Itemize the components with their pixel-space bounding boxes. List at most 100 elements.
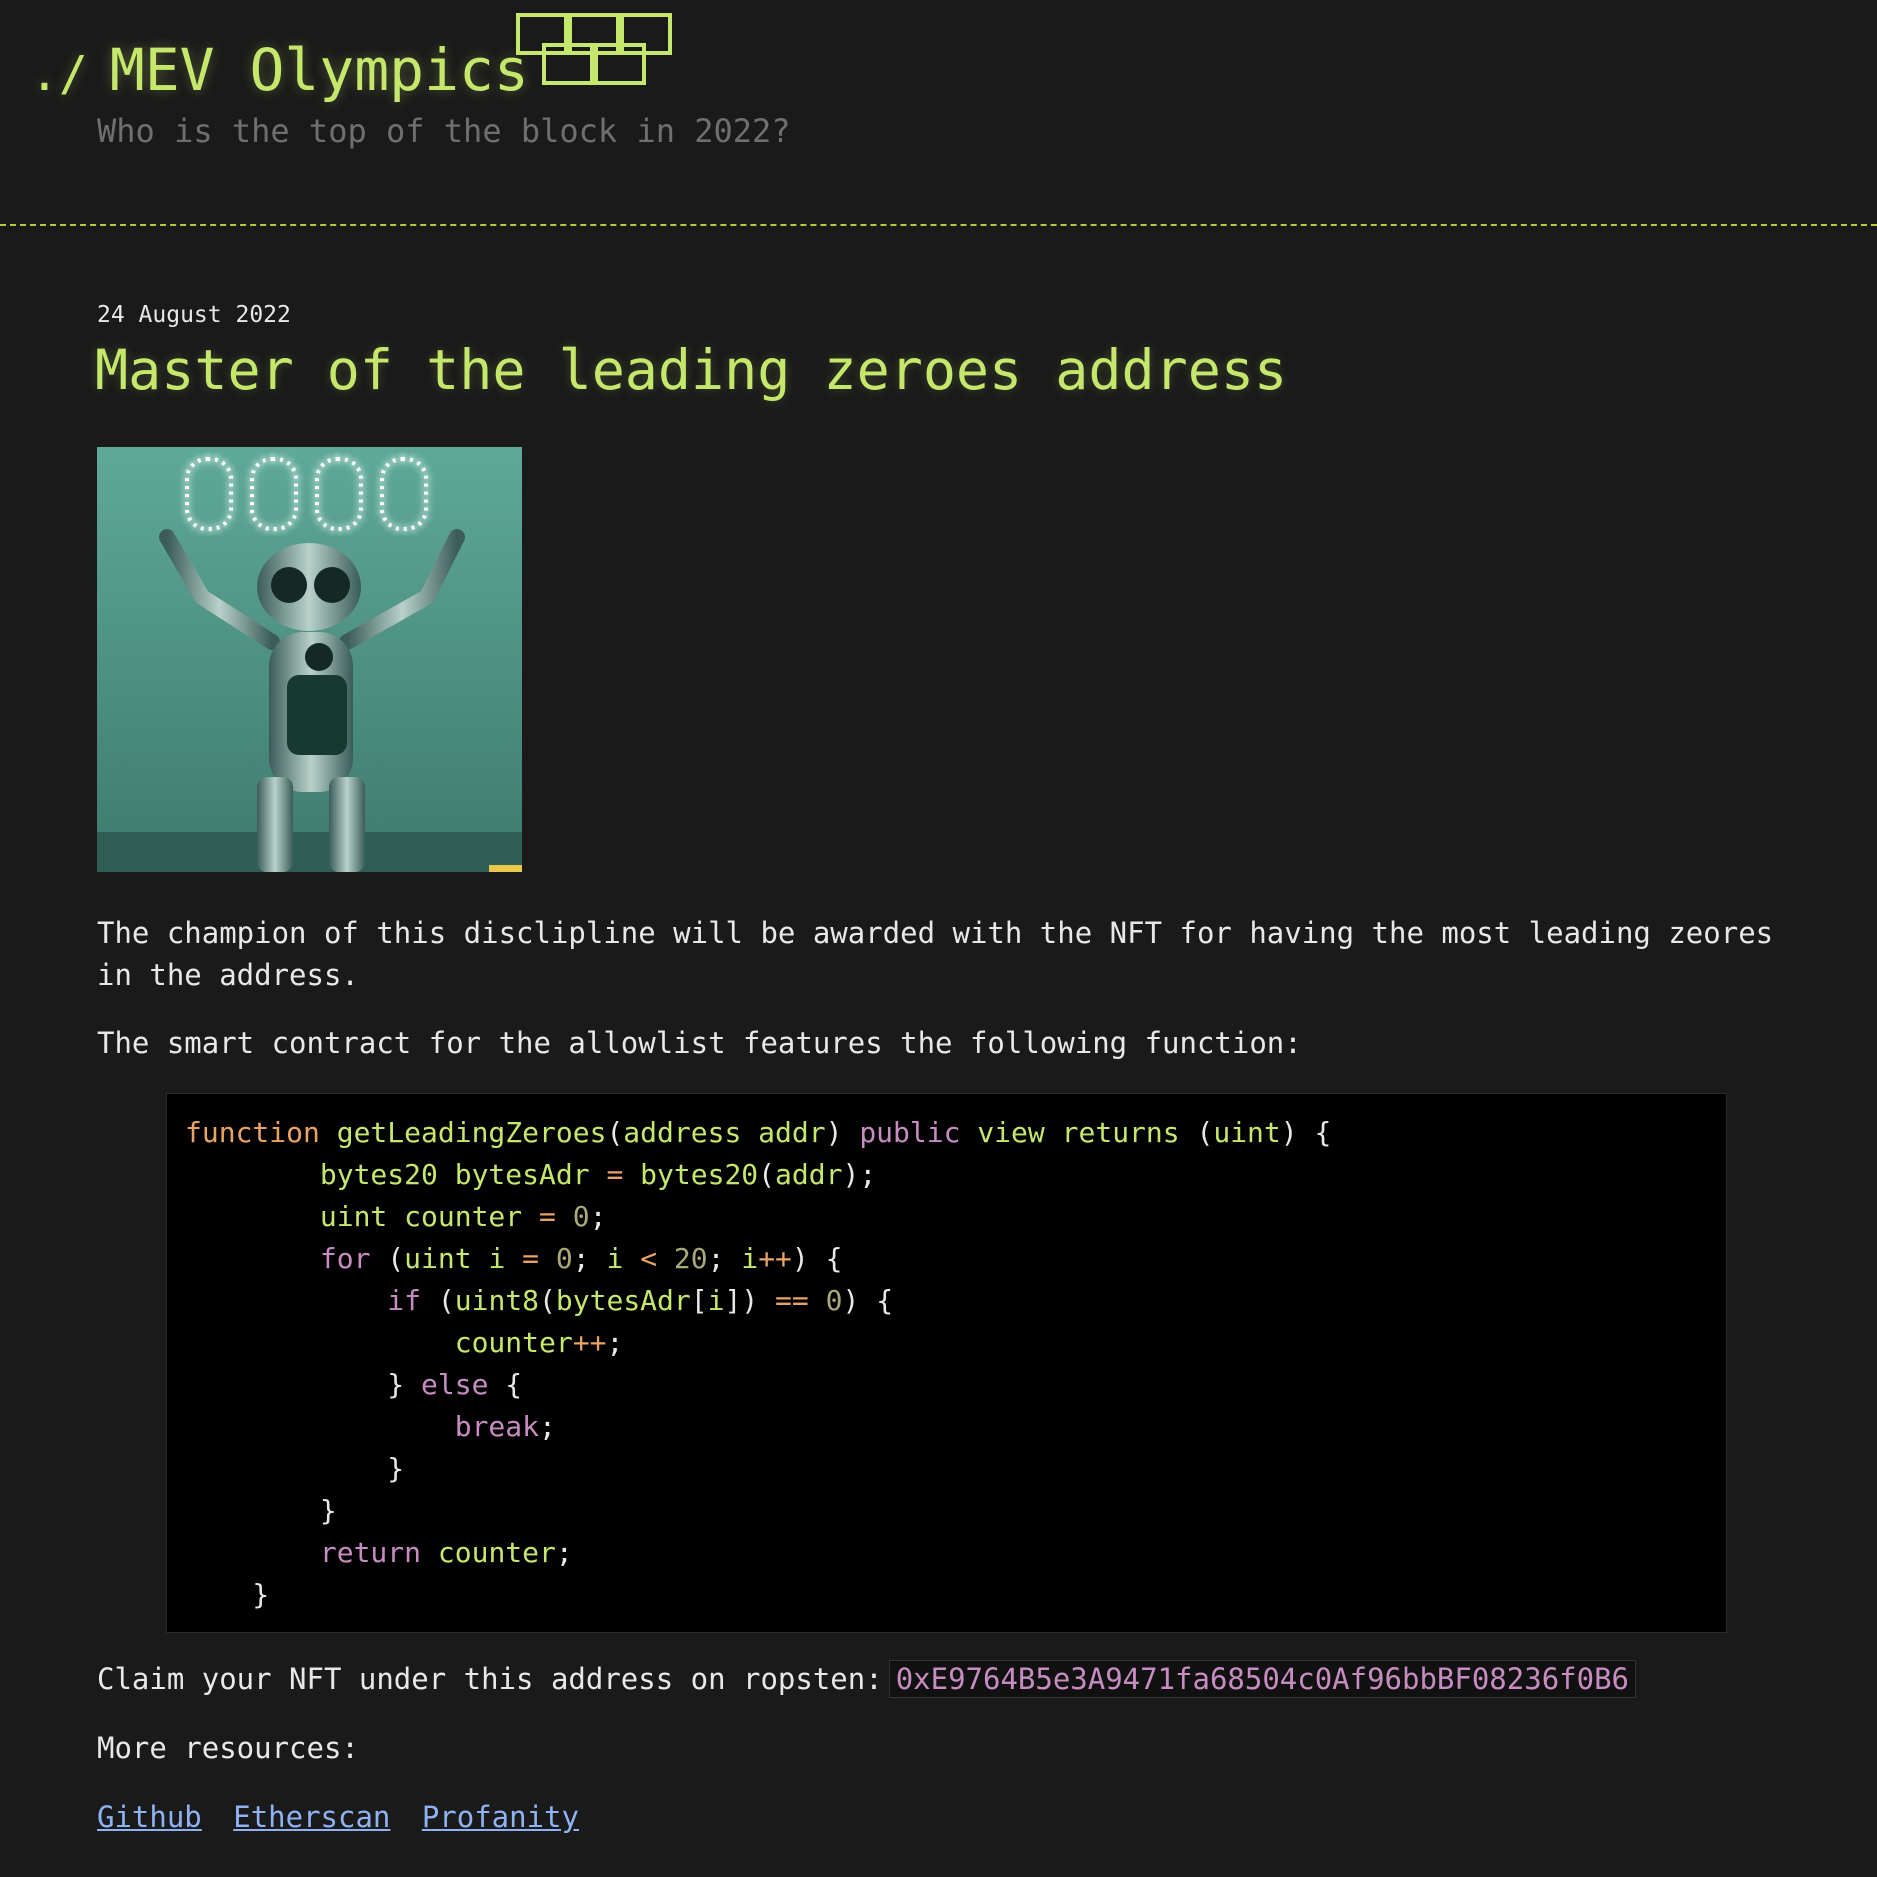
code-token: == [775,1284,809,1317]
code-token: ) { [1280,1116,1332,1149]
code-token: } [185,1452,405,1485]
code-token: = [606,1158,624,1191]
site-title-link[interactable]: ./ MEV Olympics [30,36,529,104]
code-token: ) { [791,1242,843,1275]
code-token: bytesAdr [555,1284,691,1317]
code-token: uint [1213,1116,1281,1149]
code-token: ; [589,1200,607,1233]
code-token: for [319,1242,371,1275]
code-token: = [539,1200,556,1233]
robot-zeroes-image [97,447,522,872]
code-token: ++ [572,1326,607,1359]
code-token: ) { [842,1284,894,1317]
code-token: counter [454,1326,573,1359]
code-token: bytes20 [640,1158,759,1191]
code-token: function [185,1116,320,1149]
prompt-symbol: ./ [30,46,88,102]
code-line: } [185,1578,269,1611]
olympic-rings-icon [516,13,672,85]
link-profanity[interactable]: Profanity [422,1800,579,1834]
code-line: uint counter = 0; [185,1200,607,1233]
code-token: i [741,1242,759,1275]
code-token: 0 [825,1284,843,1317]
code-token: else [421,1368,489,1401]
code-token: address addr [623,1116,826,1149]
code-token: = [522,1242,540,1275]
code-token: ( [370,1242,405,1275]
claim-text: Claim your NFT under this address on rop… [97,1662,883,1696]
code-token: public [859,1116,961,1149]
code-line: return counter; [185,1536,573,1569]
post-title: Master of the leading zeroes address [95,338,1288,402]
code-token: < [640,1242,658,1275]
code-token: ( [606,1116,624,1149]
claim-line: Claim your NFT under this address on rop… [97,1658,1636,1700]
site-header: ./ MEV Olympics Who is the top of the blo… [0,0,1877,226]
code-token: ( [421,1284,455,1317]
code-token: } [185,1578,270,1611]
code-line: if (uint8(bytesAdr[i]) == 0) { [185,1284,893,1317]
code-line: counter++; [185,1326,624,1359]
code-token: ++ [758,1242,792,1275]
code-line: function getLeadingZeroes(address addr) … [185,1116,1331,1149]
code-line: } [185,1452,404,1485]
code-token: [ [690,1284,708,1317]
code-token: ( [539,1284,556,1317]
code-token: uint counter [319,1200,523,1233]
code-token: } [185,1368,422,1401]
code-token: ); [842,1158,877,1191]
code-token: counter [437,1536,556,1569]
code-line: break; [185,1410,556,1443]
code-token: ]) [724,1284,776,1317]
code-token: 0 [572,1200,590,1233]
code-token: bytes20 bytesAdr [319,1158,590,1191]
code-line: } else { [185,1368,522,1401]
more-resources-label: More resources: [97,1731,359,1765]
code-token: 20 [673,1242,708,1275]
code-token: break [454,1410,540,1443]
code-block: function getLeadingZeroes(address addr) … [166,1093,1727,1633]
code-token: { [488,1368,523,1401]
site-tagline: Who is the top of the block in 2022? [97,112,791,150]
code-token: ; [555,1536,573,1569]
code-token: i [707,1284,725,1317]
code-token: addr [775,1158,843,1191]
code-line: bytes20 bytesAdr = bytes20(addr); [185,1158,876,1191]
code-token: uint8 [454,1284,540,1317]
resource-links: Github Etherscan Profanity [97,1796,593,1838]
code-token: } [185,1494,337,1527]
code-token: uint i [404,1242,506,1275]
link-github[interactable]: Github [97,1800,202,1834]
code-token: ; [606,1326,624,1359]
code-token: if [387,1284,422,1317]
contract-address[interactable]: 0xE9764B5e3A9471fa68504c0Af96bbBF08236f0… [888,1660,1636,1698]
code-token: getLeadingZeroes [336,1116,607,1149]
code-token: ( [1179,1116,1214,1149]
post-paragraph-2: The smart contract for the allowlist fea… [97,1026,1302,1060]
code-line: } [185,1494,337,1527]
post-date: 24 August 2022 [97,302,291,328]
code-token: ( [758,1158,776,1191]
code-token: ; [572,1242,607,1275]
code-token: view returns [977,1116,1180,1149]
link-etherscan[interactable]: Etherscan [233,1800,390,1834]
code-token: ) [825,1116,860,1149]
post-paragraph-1: The champion of this disclipline will be… [97,916,1774,992]
